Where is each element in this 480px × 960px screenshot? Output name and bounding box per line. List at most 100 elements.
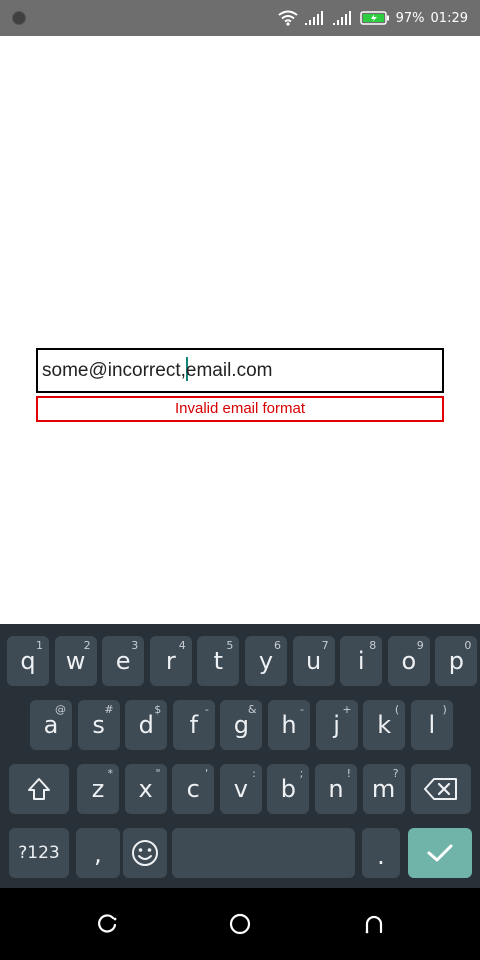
comma-key[interactable]: , [76, 828, 120, 878]
key-w[interactable]: 2w [54, 636, 97, 686]
key-z[interactable]: * z [77, 764, 119, 814]
key-q-secondary: 1 [36, 639, 43, 652]
key-z-label: z [91, 775, 105, 803]
key-k[interactable]: (k [363, 700, 406, 750]
clock: 01:29 [430, 10, 468, 26]
key-p-label: p [448, 647, 464, 675]
key-l-secondary: ) [442, 703, 447, 716]
key-o[interactable]: 9o [387, 636, 430, 686]
key-o-label: o [401, 647, 417, 675]
recent-apps-icon [98, 914, 117, 933]
key-j-secondary: + [342, 703, 352, 716]
key-x-label: x [138, 775, 153, 803]
key-q-label: q [20, 647, 36, 675]
key-y[interactable]: 6y [245, 636, 287, 686]
key-w-label: w [65, 647, 86, 675]
key-v-label: v [233, 775, 248, 803]
key-c-label: c [186, 775, 200, 803]
symbols-key[interactable]: ?123 [9, 828, 69, 878]
key-a[interactable]: @ a [30, 700, 72, 750]
key-m-secondary: ? [392, 767, 399, 780]
key-d-secondary: $ [154, 703, 162, 716]
key-b-secondary: ; [299, 767, 304, 780]
key-f-secondary: - [204, 703, 209, 716]
key-k-secondary: ( [394, 703, 400, 716]
key-x-secondary: " [155, 767, 161, 780]
key-n-label: n [328, 775, 344, 803]
key-e-secondary: 3 [131, 639, 139, 652]
backspace-icon [424, 778, 457, 800]
emoji-key[interactable] [123, 828, 167, 878]
status-indicators: 97% 01:29 [278, 0, 468, 36]
space-key[interactable] [172, 828, 355, 878]
shift-key[interactable] [9, 764, 69, 814]
key-i[interactable]: 8i [340, 636, 383, 686]
key-a-secondary: @ [55, 703, 66, 716]
status-bar: 97% 01:29 [0, 0, 480, 36]
period-key[interactable]: . [362, 828, 400, 878]
key-h[interactable]: -h [268, 700, 310, 750]
back-button[interactable] [358, 908, 390, 940]
key-j[interactable]: + j [315, 700, 358, 750]
key-g-label: g [233, 711, 249, 739]
key-y-secondary: 6 [274, 639, 281, 652]
enter-key[interactable] [408, 828, 472, 878]
home-button[interactable] [224, 908, 256, 940]
key-j-label: j [333, 711, 340, 739]
key-r-label: r [165, 647, 176, 675]
key-w-secondary: 2 [83, 639, 91, 652]
battery-icon [359, 11, 389, 25]
key-c-secondary: ' [205, 767, 209, 780]
key-l-label: l [428, 711, 436, 739]
key-b-label: b [280, 775, 296, 803]
key-v[interactable]: :v [219, 764, 262, 814]
key-g-secondary: & [247, 703, 257, 716]
checkmark-icon [427, 844, 453, 862]
key-e[interactable]: 3e [102, 636, 145, 686]
key-h-label: h [281, 711, 297, 739]
key-i-label: i [357, 647, 365, 675]
key-r-secondary: 4 [178, 639, 186, 652]
key-n[interactable]: ! n [315, 764, 357, 814]
key-l[interactable]: ) l [410, 700, 453, 750]
email-text-before-caret: some@incorrect, [42, 360, 186, 381]
key-p[interactable]: 0p [435, 636, 478, 686]
key-c[interactable]: ' c [172, 764, 215, 814]
key-q[interactable]: 1q [7, 636, 49, 686]
signal-icon-1 [304, 11, 323, 25]
key-f[interactable]: -f [172, 700, 215, 750]
recent-apps-button[interactable] [91, 908, 123, 940]
key-k-label: k [377, 711, 392, 739]
notification-dot-icon [12, 11, 26, 25]
back-icon [365, 915, 383, 934]
key-u-label: u [305, 647, 322, 675]
key-s-label: s [92, 711, 105, 739]
key-t[interactable]: 5t [197, 636, 240, 686]
email-input[interactable]: some@incorrect,email.com [36, 348, 444, 393]
key-x[interactable]: " x [124, 764, 167, 814]
key-d[interactable]: $ d [125, 700, 168, 750]
key-g[interactable]: & g [220, 700, 263, 750]
key-e-label: e [115, 647, 131, 675]
battery-percent: 97% [395, 10, 425, 26]
email-text-after-caret: email.com [185, 360, 273, 381]
backspace-key[interactable] [411, 764, 471, 814]
wifi-icon [278, 10, 298, 26]
key-u-secondary: 7 [321, 639, 329, 652]
key-b[interactable]: ; b [267, 764, 310, 814]
key-i-secondary: 8 [369, 639, 377, 652]
key-r[interactable]: 4r [149, 636, 192, 686]
emoji-icon [132, 840, 158, 866]
email-error-message: Invalid email format [36, 396, 444, 422]
key-s[interactable]: # s [77, 700, 120, 750]
key-m[interactable]: ? m [362, 764, 405, 814]
key-p-secondary: 0 [464, 639, 472, 652]
key-d-label: d [138, 711, 154, 739]
navigation-bar [0, 888, 480, 960]
key-o-secondary: 9 [416, 639, 424, 652]
soft-keyboard: 1q2w3e4r5t6y7u8i9o0p @ a # s $ d - f & g - h + j(k) l … [0, 624, 480, 888]
key-f-label: f [189, 711, 199, 739]
shift-icon [28, 778, 50, 800]
key-u[interactable]: 7u [292, 636, 335, 686]
key-t-secondary: 5 [226, 639, 234, 652]
